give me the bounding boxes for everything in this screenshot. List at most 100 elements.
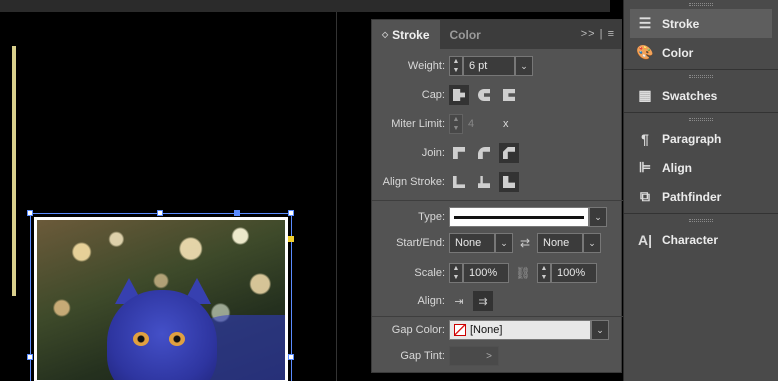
weight-row: Weight: ▲ ▼ 6 pt ⌄ xyxy=(372,55,623,77)
round-join-icon xyxy=(478,147,490,159)
align-row: Align: ⇥ ⇉ xyxy=(372,290,623,312)
weight-input[interactable]: 6 pt xyxy=(463,56,515,76)
cat-photo[interactable] xyxy=(34,217,288,381)
stroke-icon: ☰ xyxy=(638,15,652,31)
miter-input[interactable]: 4 xyxy=(463,114,503,134)
dock-divider xyxy=(624,213,778,214)
end-select[interactable]: None xyxy=(537,233,583,253)
dock-grip[interactable] xyxy=(624,115,778,124)
swatches-icon: ▦ xyxy=(638,87,652,103)
miter-x-label: x xyxy=(503,118,509,130)
collapse-arrows-icon: ◇ xyxy=(382,30,389,39)
round-cap-button[interactable] xyxy=(474,85,494,105)
scale-start-input[interactable]: 100% xyxy=(463,263,509,283)
gap-color-select[interactable]: [None] xyxy=(449,320,591,340)
butt-cap-button[interactable] xyxy=(449,85,469,105)
gap-tint-row: Gap Tint: > xyxy=(372,345,623,367)
gap-tint-label: Gap Tint: xyxy=(400,350,445,362)
align-center-button[interactable] xyxy=(449,172,469,192)
none-swatch-icon xyxy=(454,324,466,336)
selection-handle-tl[interactable] xyxy=(27,210,33,216)
start-select[interactable]: None xyxy=(449,233,495,253)
type-dropdown[interactable]: ⌄ xyxy=(589,207,607,227)
dock-divider xyxy=(624,69,778,70)
selection-handle-tr[interactable] xyxy=(288,210,294,216)
dock-item-character[interactable]: A| Character xyxy=(624,225,778,254)
align-stroke-label: Align Stroke: xyxy=(382,176,445,188)
type-label: Type: xyxy=(418,211,445,223)
selection-handle-left[interactable] xyxy=(27,354,33,360)
miter-join-button[interactable] xyxy=(449,143,469,163)
align-inside-button[interactable] xyxy=(474,172,494,192)
align-stroke-row: Align Stroke: xyxy=(372,171,623,193)
bevel-join-icon xyxy=(503,147,515,159)
weight-stepper[interactable]: ▲ ▼ xyxy=(449,56,463,76)
round-join-button[interactable] xyxy=(474,143,494,163)
tab-color-label: Color xyxy=(449,27,481,42)
place-arrowhead-icon: ⇉ xyxy=(478,295,488,308)
solid-line-preview xyxy=(454,215,584,219)
gap-tint-input[interactable]: > xyxy=(449,346,499,366)
tab-stroke[interactable]: ◇ Stroke xyxy=(372,20,440,49)
align-inside-icon xyxy=(478,176,490,188)
gap-color-dropdown[interactable]: ⌄ xyxy=(591,320,609,340)
divider xyxy=(372,316,623,317)
scale-end-input[interactable]: 100% xyxy=(551,263,597,283)
dock-item-label: Stroke xyxy=(662,16,700,31)
cap-row: Cap: xyxy=(372,84,623,106)
live-corner-handle[interactable] xyxy=(288,236,294,242)
miter-stepper[interactable]: ▲ ▼ xyxy=(449,114,463,134)
miter-row: Miter Limit: ▲ ▼ 4 x xyxy=(372,113,623,135)
start-end-row: Start/End: None ⌄ ⇄ None ⌄ xyxy=(372,232,623,254)
butt-cap-icon xyxy=(453,89,465,101)
palette-icon: 🎨 xyxy=(636,44,654,60)
tab-color[interactable]: Color xyxy=(440,20,491,49)
end-dropdown[interactable]: ⌄ xyxy=(583,233,601,253)
dock-item-paragraph[interactable]: ¶ Paragraph xyxy=(624,124,778,153)
scale-start-stepper[interactable]: ▲ ▼ xyxy=(449,263,463,283)
place-arrowhead-button[interactable]: ⇉ xyxy=(473,291,493,311)
weight-dropdown[interactable]: ⌄ xyxy=(515,56,533,76)
selection-handle-right[interactable] xyxy=(288,354,294,360)
panel-menu-icon[interactable]: >> | ≡ xyxy=(581,28,615,40)
dock-item-pathfinder[interactable]: ⧉ Pathfinder xyxy=(624,182,778,211)
swap-arrows-icon[interactable]: ⇄ xyxy=(513,236,537,250)
dock-grip[interactable] xyxy=(624,0,778,9)
dock-item-align[interactable]: ⊫ Align xyxy=(624,153,778,182)
divider xyxy=(372,200,623,201)
cat-eye-left xyxy=(133,332,149,346)
pathfinder-icon: ⧉ xyxy=(640,188,650,204)
dock-item-swatches[interactable]: ▦ Swatches xyxy=(624,81,778,110)
extend-arrowhead-button[interactable]: ⇥ xyxy=(449,291,469,311)
dock-grip[interactable] xyxy=(624,72,778,81)
start-end-label: Start/End: xyxy=(396,237,445,249)
dock-item-color[interactable]: 🎨 Color xyxy=(624,38,778,67)
scale-label: Scale: xyxy=(414,267,445,279)
round-cap-icon xyxy=(478,89,490,101)
guide-line xyxy=(336,12,337,381)
join-row: Join: xyxy=(372,142,623,164)
cap-label: Cap: xyxy=(421,89,445,101)
stroke-type-select[interactable] xyxy=(449,207,589,227)
content-grabber-handle[interactable] xyxy=(234,210,240,216)
bevel-join-button[interactable] xyxy=(499,143,519,163)
tab-stroke-label: Stroke xyxy=(392,27,430,42)
selection-handle-top[interactable] xyxy=(157,210,163,216)
projecting-cap-button[interactable] xyxy=(499,85,519,105)
dock-item-label: Character xyxy=(662,232,719,247)
align-outside-button[interactable] xyxy=(499,172,519,192)
start-dropdown[interactable]: ⌄ xyxy=(495,233,513,253)
extend-arrowhead-icon: ⇥ xyxy=(454,295,464,308)
dock-item-stroke[interactable]: ☰ Stroke xyxy=(630,9,772,38)
unlink-icon[interactable]: ⛓ xyxy=(509,266,537,280)
pasteboard-top xyxy=(0,0,610,12)
cat-head xyxy=(107,290,217,380)
gap-color-row: Gap Color: [None] ⌄ xyxy=(372,319,623,341)
scale-end-stepper[interactable]: ▲ ▼ xyxy=(537,263,551,283)
stroke-panel-tabs: ◇ Stroke Color >> | ≡ xyxy=(372,20,621,49)
cat-eye-right xyxy=(169,332,185,346)
column-guide xyxy=(12,46,16,296)
scale-row: Scale: ▲ ▼ 100% ⛓ ▲ ▼ 100% xyxy=(372,262,623,284)
pilcrow-icon: ¶ xyxy=(641,130,649,147)
dock-grip[interactable] xyxy=(624,216,778,225)
